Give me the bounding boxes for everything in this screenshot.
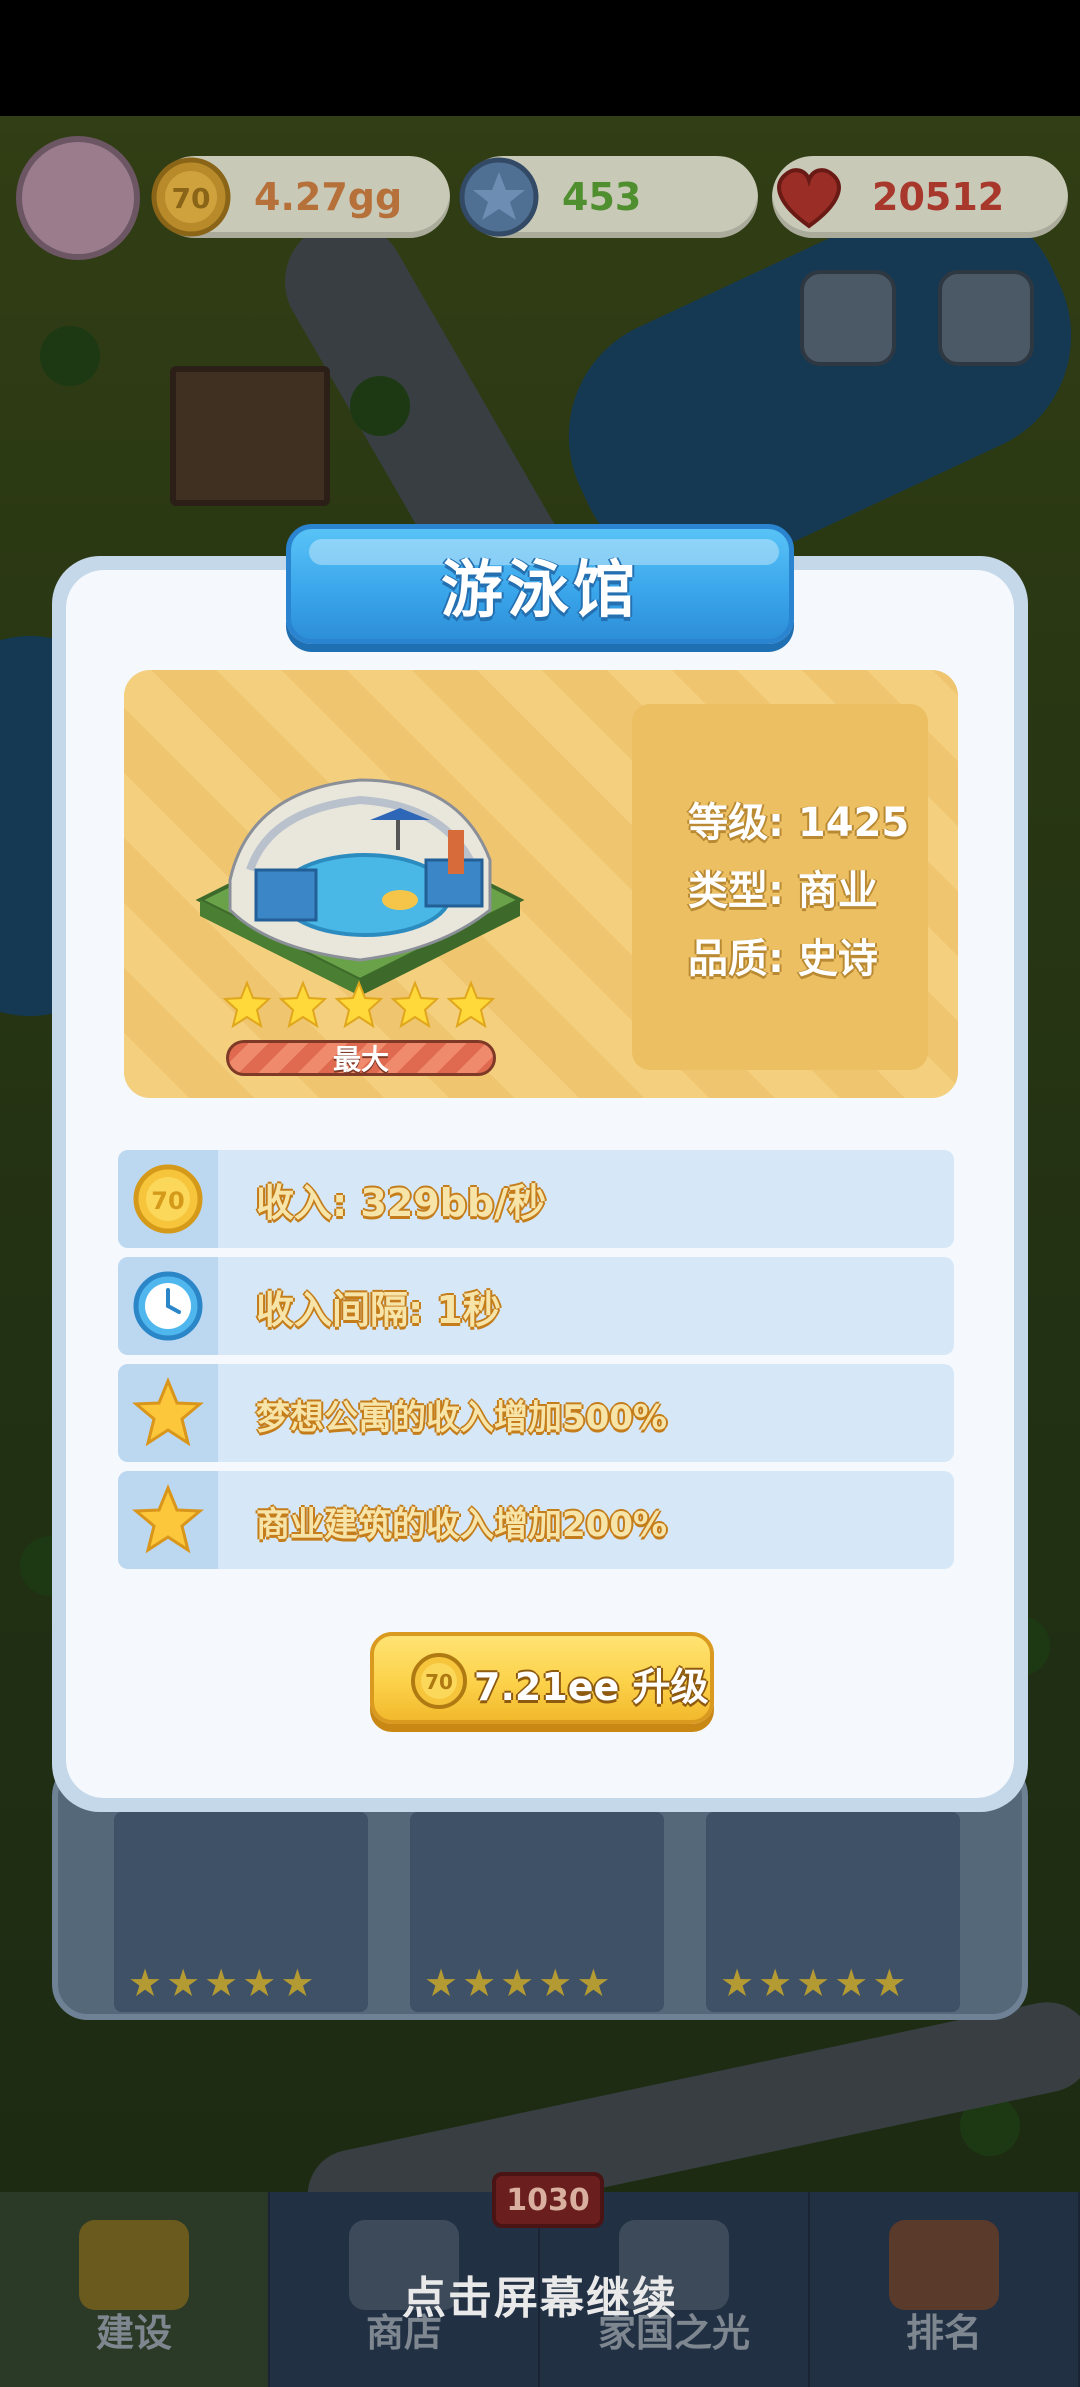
svg-text:70: 70 [172,182,211,215]
heart-counter[interactable]: 20512 [772,156,1068,238]
bonus-text: 商业建筑的收入增加200% [256,1505,668,1545]
bonus-row: 商业建筑的收入增加200% [118,1471,954,1569]
event-button[interactable] [800,270,896,366]
shop-badge: 1030 [492,2172,604,2228]
star-icon [222,980,272,1029]
quality-stat: 品质: 史诗 [688,936,878,982]
status-bar [0,0,1080,116]
gem-counter[interactable]: 453 [459,156,758,238]
bonus-row: 梦想公寓的收入增加500% [118,1364,954,1462]
upgrade-label: 7.21ee 升级 [474,1665,709,1709]
star-icon [390,980,440,1029]
coin-counter[interactable]: 70 4.27gg [151,156,450,238]
avatar[interactable] [16,136,140,260]
blue-star-icon [456,154,542,240]
bonus-text: 梦想公寓的收入增加500% [256,1398,668,1438]
star-icon [446,980,496,1029]
swimming-pool-building-icon [195,778,525,996]
income-row: 70 收入: 329bb/秒 [118,1150,954,1248]
screen[interactable]: 70 4.27gg 453 20512 ★ ★ ★ ★ ★ ★ ★ ★ ★ ★ ★ ★ ★ ★ ★ [0,0,1080,2387]
dialog-title-plate: 游泳馆 [286,524,794,644]
svg-text:70: 70 [425,1670,453,1694]
star-icon [278,980,328,1029]
level-stat: 等级: 1425 [688,800,910,846]
star-icon [334,980,384,1029]
level-max-bar: 最大 [226,1040,496,1076]
coin-value: 4.27gg [254,175,403,219]
star-icon [118,1364,218,1462]
dialog-title: 游泳馆 [440,553,639,626]
calendar-button[interactable] [938,270,1034,366]
level-max-label: 最大 [332,1043,389,1076]
heart-value: 20512 [872,175,1005,219]
clock-icon [118,1257,218,1355]
income-interval-text: 收入间隔: 1秒 [256,1288,501,1332]
upgrade-button[interactable]: 70 7.21ee 升级 [370,1632,714,1724]
type-stat: 类型: 商业 [688,868,878,914]
tap-to-continue-hint: 点击屏幕继续 [402,2273,678,2324]
star-rating: ★ ★ ★ ★ ★ [128,1961,315,2005]
income-interval-row: 收入间隔: 1秒 [118,1257,954,1355]
coin-icon: 70 [118,1150,218,1248]
gem-value: 453 [562,175,642,219]
building-card[interactable]: ★ ★ ★ ★ ★ [114,1812,368,2012]
building-card[interactable]: ★ ★ ★ ★ ★ [706,1812,960,2012]
star-rating [222,980,496,1030]
coin-icon: 70 [411,1653,467,1709]
star-icon [118,1471,218,1569]
star-rating: ★ ★ ★ ★ ★ [424,1961,611,2005]
svg-text:70: 70 [151,1187,184,1215]
income-text: 收入: 329bb/秒 [256,1181,547,1225]
star-rating: ★ ★ ★ ★ ★ [720,1961,907,2005]
building-card[interactable]: ★ ★ ★ ★ ★ [410,1812,664,2012]
coin-icon: 70 [148,154,234,240]
heart-icon [766,154,852,240]
